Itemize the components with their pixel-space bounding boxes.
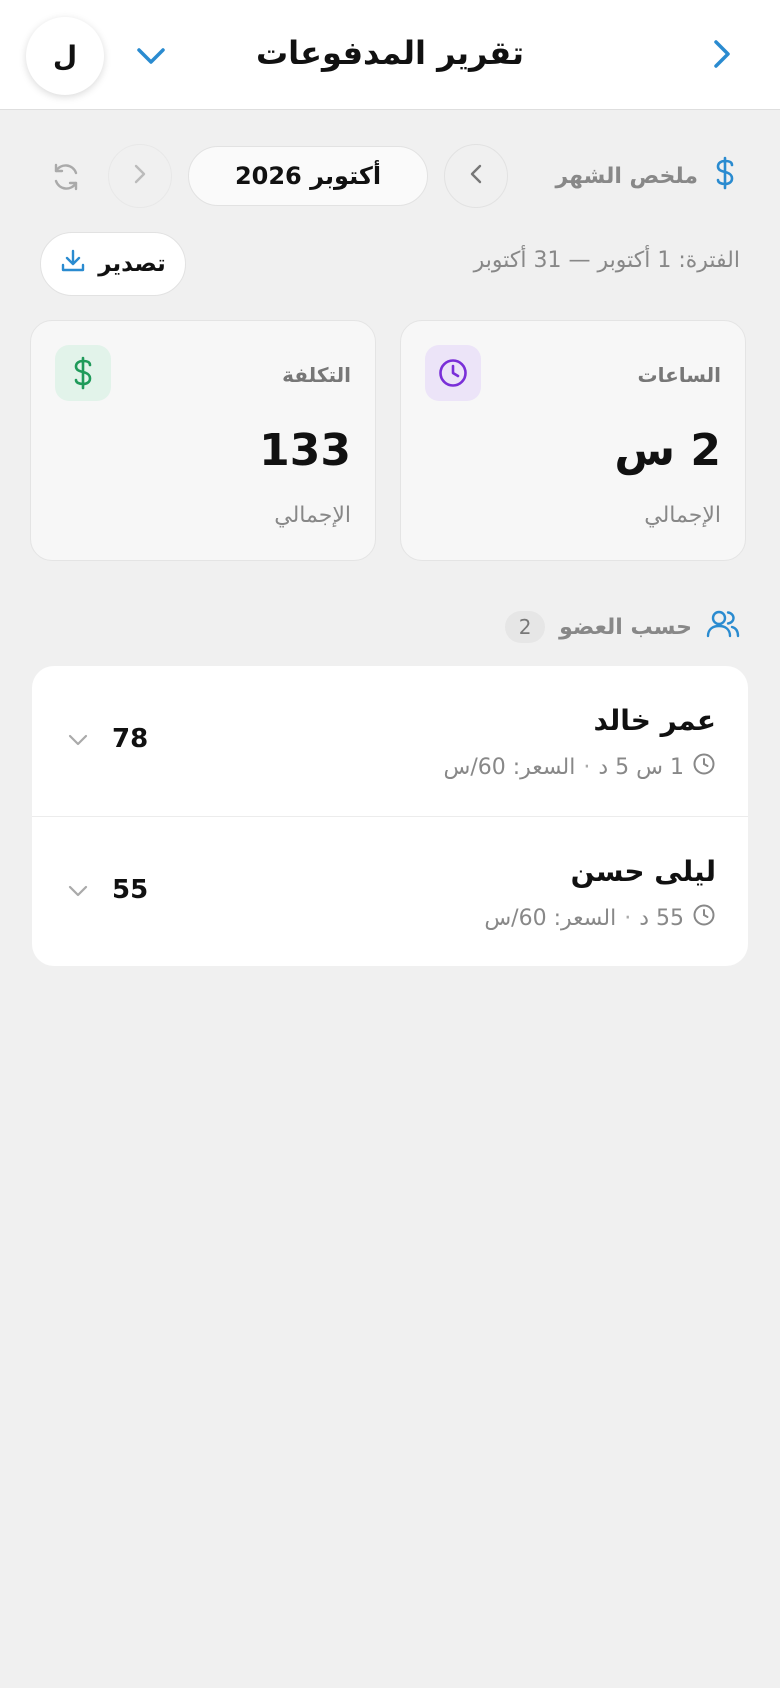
clock-icon <box>692 903 716 933</box>
meta-separator: · <box>583 754 591 780</box>
month-selector[interactable]: أكتوبر 2026 <box>188 146 428 206</box>
by-member-heading: حسب العضو 2 <box>505 607 740 647</box>
page-title: تقرير المدفوعات <box>256 34 524 72</box>
month-summary-label: ملخص الشهر <box>555 163 698 189</box>
top-bar: تقرير المدفوعات ل <box>0 0 780 110</box>
member-rate: السعر: 60/س <box>484 905 617 931</box>
dollar-icon <box>55 345 111 401</box>
member-count-badge: 2 <box>505 611 546 643</box>
hours-total-label: الإجمالي <box>644 503 721 528</box>
next-month-button[interactable] <box>108 144 172 208</box>
chevron-down-icon[interactable] <box>133 40 169 72</box>
chevron-right-icon <box>133 163 147 189</box>
cost-label: التكلفة <box>282 363 351 387</box>
clock-icon <box>425 345 481 401</box>
member-rate: السعر: 60/س <box>443 754 576 780</box>
member-list: عمر خالد 1 س 5 د · السعر: 60/س 78 ليلى ح… <box>32 666 748 966</box>
chevron-down-icon[interactable] <box>66 728 90 752</box>
cost-total-label: الإجمالي <box>274 503 351 528</box>
users-icon <box>706 609 740 645</box>
export-button[interactable]: تصدير <box>40 232 186 296</box>
member-amount: 55 <box>112 875 149 905</box>
member-name: ليلى حسن <box>570 855 716 888</box>
download-icon <box>60 248 86 280</box>
period-range: الفترة: 1 أكتوبر — 31 أكتوبر <box>473 248 740 273</box>
member-name: عمر خالد <box>593 704 716 737</box>
avatar[interactable]: ل <box>26 17 104 95</box>
list-item[interactable]: عمر خالد 1 س 5 د · السعر: 60/س 78 <box>32 666 748 816</box>
by-member-label: حسب العضو <box>559 614 692 640</box>
member-duration: 1 س 5 د <box>598 754 684 780</box>
hours-label: الساعات <box>637 363 722 387</box>
chevron-left-icon <box>469 163 483 189</box>
chevron-down-icon[interactable] <box>66 879 90 903</box>
member-meta: 1 س 5 د · السعر: 60/س <box>443 752 716 782</box>
meta-separator: · <box>624 905 632 931</box>
member-meta: 55 د · السعر: 60/س <box>484 903 716 933</box>
hours-value: 2 س <box>614 425 721 476</box>
member-amount: 78 <box>112 724 149 754</box>
list-item[interactable]: ليلى حسن 55 د · السعر: 60/س 55 <box>32 816 748 966</box>
month-summary-heading: ملخص الشهر <box>555 156 738 196</box>
member-duration: 55 د <box>639 905 684 931</box>
refresh-icon[interactable] <box>48 159 84 195</box>
clock-icon <box>692 752 716 782</box>
cost-card: التكلفة 133 الإجمالي <box>30 320 376 561</box>
dollar-icon <box>712 156 738 196</box>
cost-value: 133 <box>259 425 351 476</box>
hours-card: الساعات 2 س الإجمالي <box>400 320 746 561</box>
previous-month-button[interactable] <box>444 144 508 208</box>
export-label: تصدير <box>98 251 166 277</box>
